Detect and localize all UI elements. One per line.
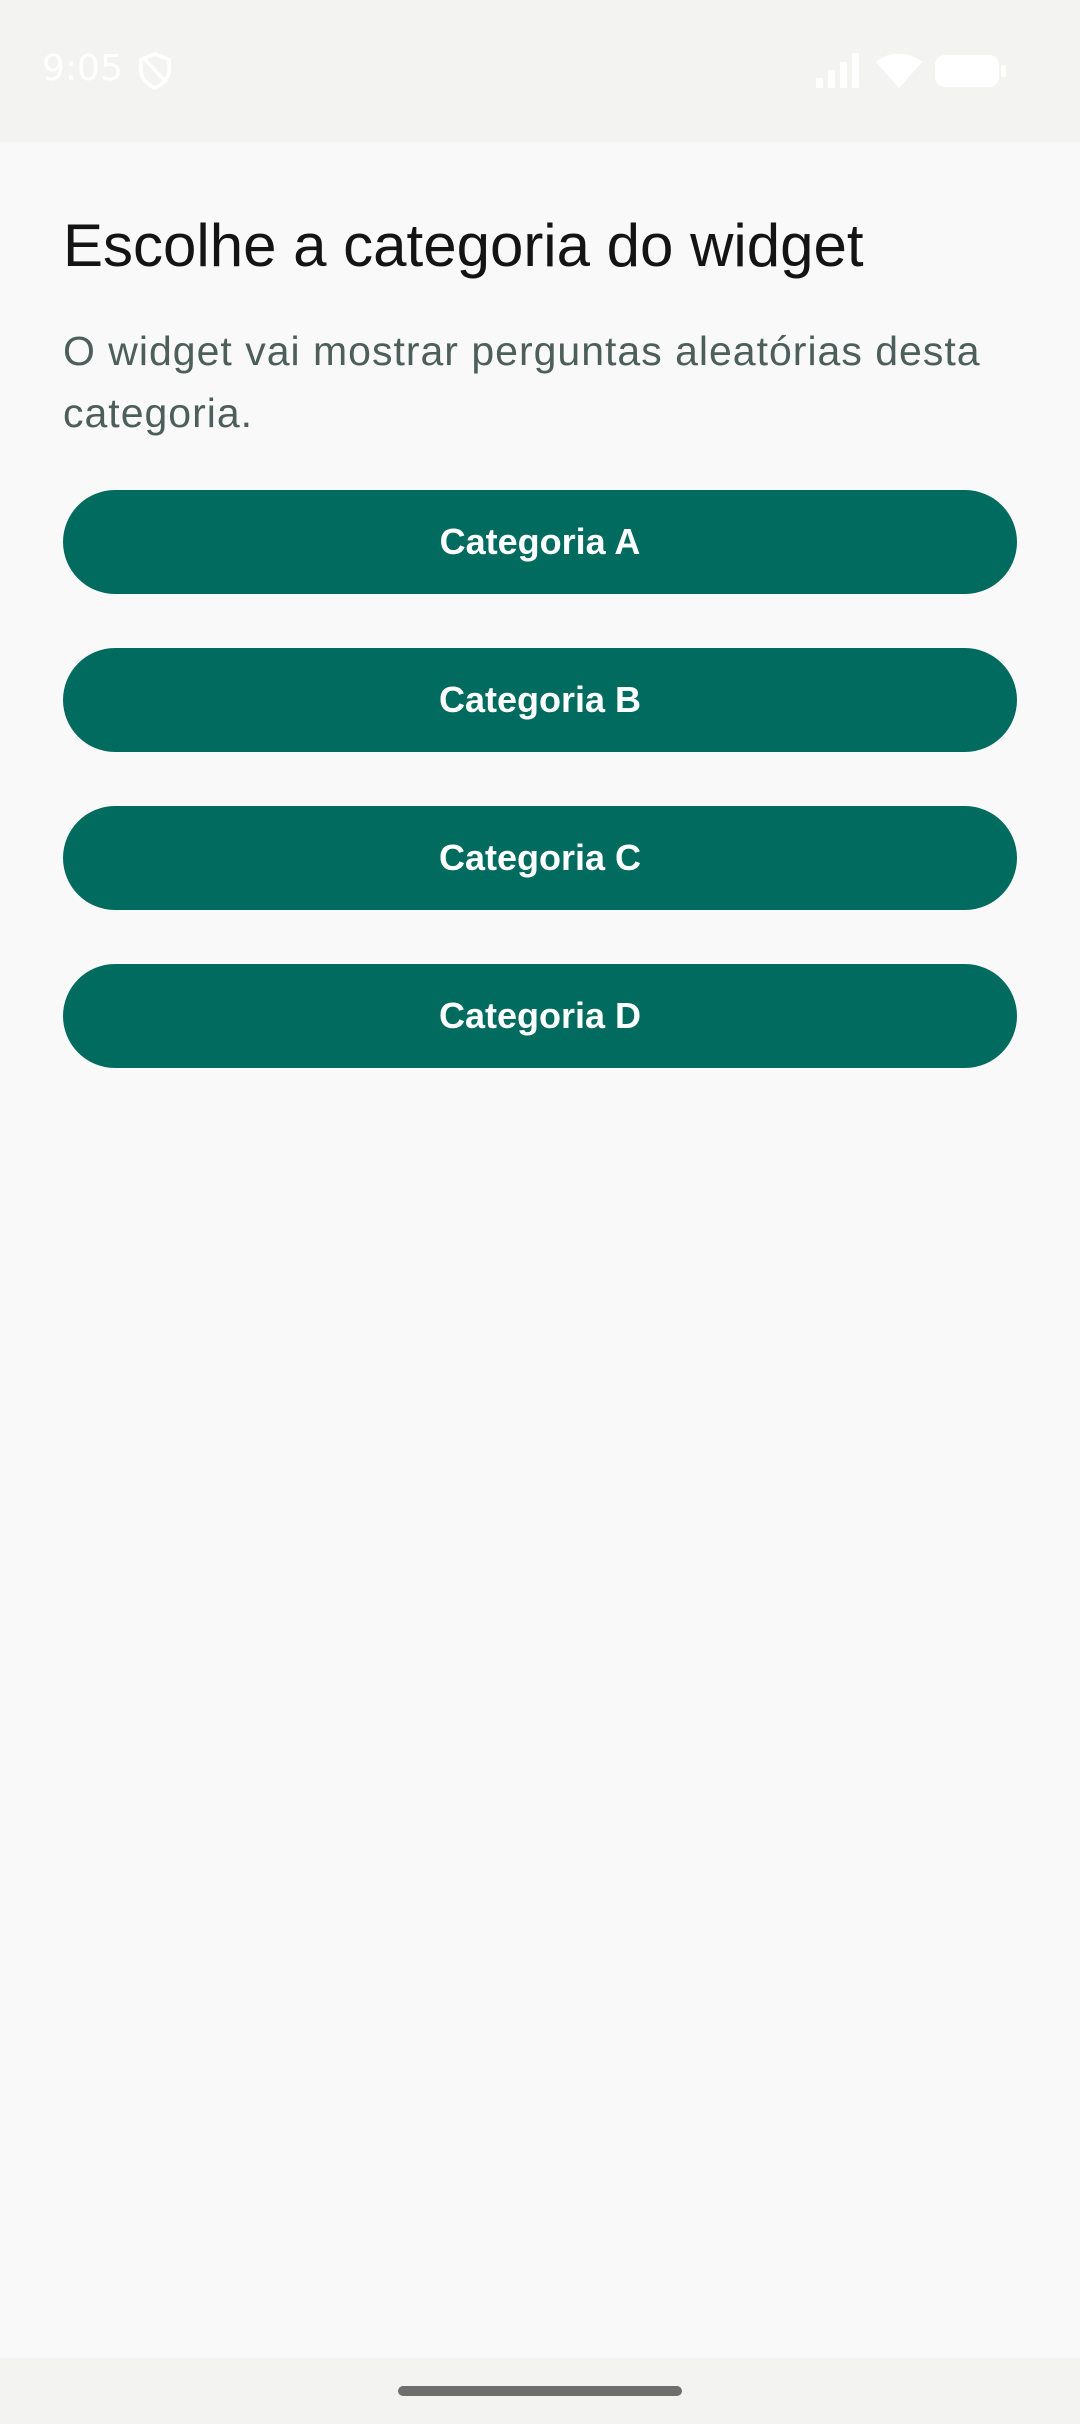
page-title: Escolhe a categoria do widget [63, 212, 864, 279]
wifi-icon [876, 53, 922, 88]
page-subtitle: O widget vai mostrar perguntas aleatória… [63, 328, 981, 436]
battery-icon [935, 55, 1006, 87]
shield-icon [138, 52, 172, 90]
category-d-button[interactable]: Categoria D [63, 964, 1017, 1068]
category-a-button[interactable]: Categoria A [63, 490, 1017, 594]
home-indicator[interactable] [398, 2386, 682, 2396]
status-time: 9:05 [42, 48, 123, 89]
signal-icon [816, 53, 859, 88]
status-bar: 9:05 [0, 0, 1080, 142]
category-b-button[interactable]: Categoria B [63, 648, 1017, 752]
category-c-button[interactable]: Categoria C [63, 806, 1017, 910]
